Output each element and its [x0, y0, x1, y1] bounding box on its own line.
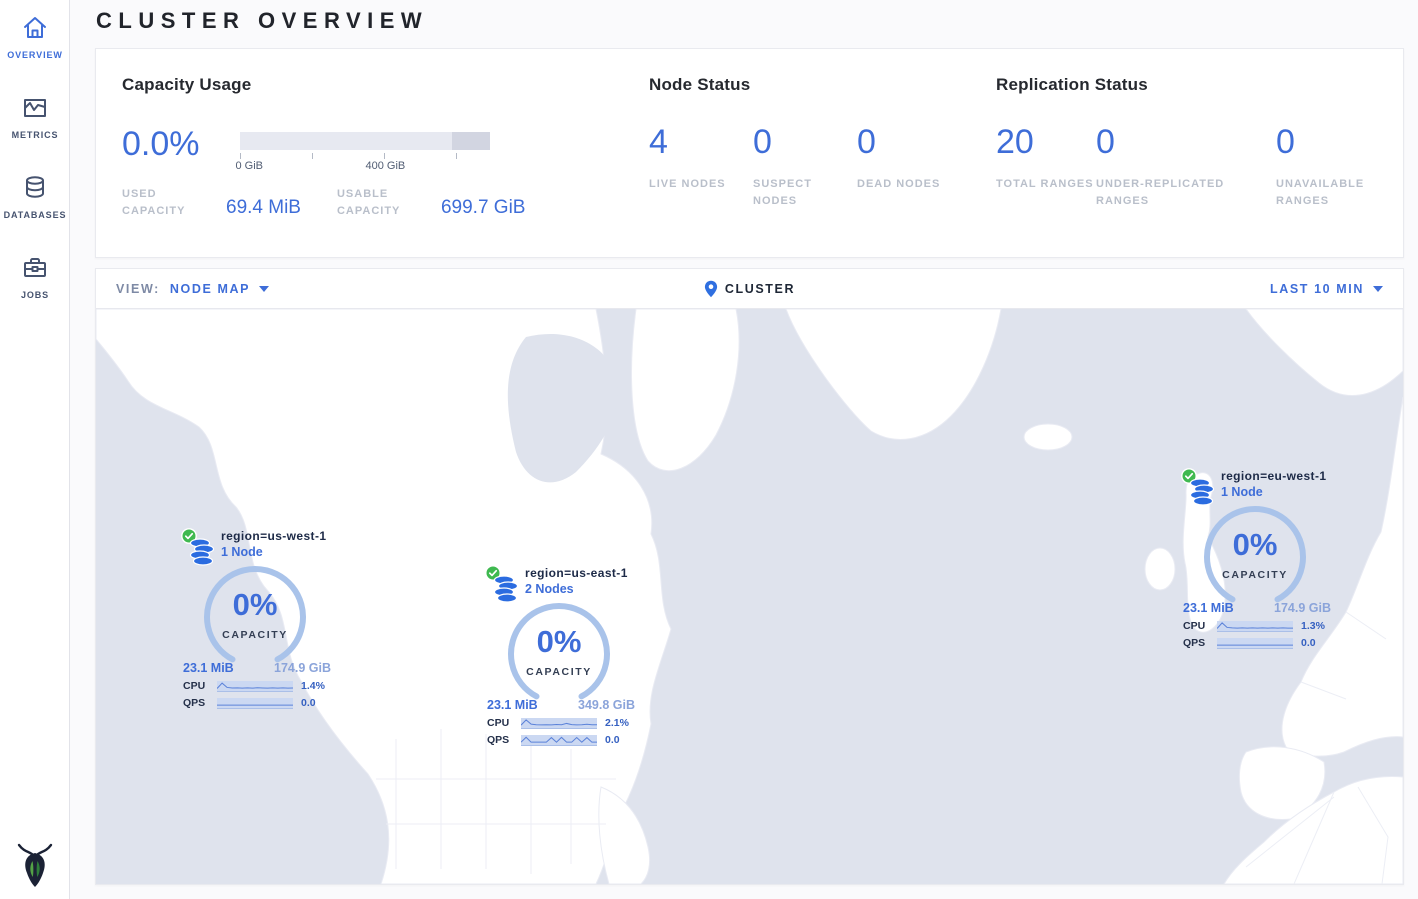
node-status-section: Node Status 4 LIVE NODES 0 SUSPECT NODES…	[649, 75, 996, 257]
capacity-ring: 0% CAPACITY	[1195, 497, 1315, 617]
stat-value: 0	[753, 125, 857, 159]
cpu-label: CPU	[487, 717, 521, 729]
sidebar-item-jobs[interactable]: JOBS	[0, 240, 70, 320]
qps-label: QPS	[487, 734, 521, 746]
sidebar-item-metrics[interactable]: METRICS	[0, 80, 70, 160]
location-pin-icon	[704, 280, 718, 298]
chevron-down-icon	[259, 286, 269, 292]
stat-label: TOTAL RANGES	[996, 176, 1096, 193]
main-content: CLUSTER OVERVIEW Capacity Usage 0.0% 0 G…	[71, 0, 1418, 899]
capacity-bar-reserved-segment	[452, 132, 490, 150]
stat-label: UNAVAILABLE RANGES	[1276, 176, 1416, 210]
metrics-icon	[20, 93, 50, 123]
view-bar: VIEW: NODE MAP CLUSTER LAST 10 MIN	[96, 269, 1403, 309]
time-range-dropdown[interactable]: LAST 10 MIN	[1270, 282, 1383, 296]
qps-value: 0.0	[605, 734, 620, 746]
view-selector-value: NODE MAP	[170, 282, 250, 296]
dead-nodes-stat: 0 DEAD NODES	[857, 125, 961, 210]
sidebar-item-label: JOBS	[21, 290, 49, 300]
qps-label: QPS	[183, 697, 217, 709]
stat-label: USABLE CAPACITY	[337, 186, 431, 220]
time-range-value: LAST 10 MIN	[1270, 282, 1364, 296]
axis-tick-label: 0 GiB	[236, 160, 264, 172]
view-label: VIEW:	[116, 282, 160, 296]
under-replicated-ranges-stat: 0 UNDER-REPLICATED RANGES	[1096, 125, 1276, 210]
qps-value: 0.0	[1301, 637, 1316, 649]
cpu-value: 2.1%	[605, 717, 629, 729]
world-map: region=us-west-1 1 Node 0% CAPACITY 23.1…	[96, 309, 1403, 884]
sidebar: OVERVIEW METRICS DATABASES	[0, 0, 70, 899]
axis-tick-label: 400 GiB	[366, 160, 406, 172]
stat-value: 0	[857, 125, 961, 159]
cpu-label: CPU	[1183, 620, 1217, 632]
region-node-card[interactable]: region=us-west-1 1 Node 0% CAPACITY 23.1…	[181, 529, 333, 709]
section-title: Node Status	[649, 75, 996, 95]
cpu-value: 1.3%	[1301, 620, 1325, 632]
chevron-down-icon	[1373, 286, 1383, 292]
capacity-bar: 0 GiB 400 GiB	[240, 127, 490, 172]
home-icon	[20, 13, 50, 43]
stat-value: 0	[1096, 125, 1276, 159]
cluster-summary-panel: Capacity Usage 0.0% 0 GiB 400 GiB	[95, 48, 1404, 258]
qps-sparkline	[217, 698, 293, 709]
cpu-value: 1.4%	[301, 680, 325, 692]
cpu-sparkline	[521, 718, 597, 729]
capacity-ring: 0% CAPACITY	[499, 594, 619, 714]
stat-value: 0	[1276, 125, 1416, 159]
databases-icon	[20, 173, 50, 203]
sidebar-item-label: OVERVIEW	[7, 50, 63, 60]
cpu-label: CPU	[183, 680, 217, 692]
qps-label: QPS	[1183, 637, 1217, 649]
section-title: Capacity Usage	[122, 75, 649, 95]
capacity-usage-section: Capacity Usage 0.0% 0 GiB 400 GiB	[122, 75, 649, 257]
stat-value: 20	[996, 125, 1096, 159]
region-node-card[interactable]: region=us-east-1 2 Nodes 0% CAPACITY 23.…	[485, 566, 637, 746]
view-selector-dropdown[interactable]: NODE MAP	[170, 282, 269, 296]
capacity-percent: 0%	[1195, 527, 1315, 563]
stat-label: UNDER-REPLICATED RANGES	[1096, 176, 1246, 210]
cpu-sparkline	[217, 681, 293, 692]
cpu-sparkline	[1217, 621, 1293, 632]
node-map-panel: VIEW: NODE MAP CLUSTER LAST 10 MIN	[95, 268, 1404, 885]
axis-tick	[384, 153, 385, 159]
capacity-used-percent: 0.0%	[122, 127, 200, 161]
usable-capacity-value: 699.7 GiB	[441, 197, 526, 219]
live-nodes-stat: 4 LIVE NODES	[649, 125, 753, 210]
region-label: region=us-west-1	[221, 529, 333, 543]
region-label: region=eu-west-1	[1221, 469, 1333, 483]
capacity-label: CAPACITY	[1195, 569, 1315, 581]
sidebar-item-databases[interactable]: DATABASES	[0, 160, 70, 240]
page-title: CLUSTER OVERVIEW	[96, 8, 428, 34]
region-node-card[interactable]: region=eu-west-1 1 Node 0% CAPACITY 23.1…	[1181, 469, 1333, 649]
replication-status-section: Replication Status 20 TOTAL RANGES 0 UND…	[996, 75, 1416, 257]
stat-value: 4	[649, 125, 753, 159]
stat-label: DEAD NODES	[857, 176, 961, 193]
sidebar-item-label: METRICS	[12, 130, 59, 140]
section-title: Replication Status	[996, 75, 1416, 95]
jobs-icon	[20, 253, 50, 283]
qps-sparkline	[521, 735, 597, 746]
used-capacity-value: 69.4 MiB	[226, 197, 301, 219]
sidebar-item-label: DATABASES	[4, 210, 67, 220]
suspect-nodes-stat: 0 SUSPECT NODES	[753, 125, 857, 210]
capacity-percent: 0%	[499, 624, 619, 660]
capacity-label: CAPACITY	[195, 629, 315, 641]
capacity-ring: 0% CAPACITY	[195, 557, 315, 677]
unavailable-ranges-stat: 0 UNAVAILABLE RANGES	[1276, 125, 1416, 210]
total-ranges-stat: 20 TOTAL RANGES	[996, 125, 1096, 210]
capacity-label: CAPACITY	[499, 666, 619, 678]
region-label: region=us-east-1	[525, 566, 637, 580]
breadcrumb[interactable]: CLUSTER	[725, 282, 795, 296]
stat-label: LIVE NODES	[649, 176, 753, 193]
stat-label: USED CAPACITY	[122, 186, 216, 220]
qps-sparkline	[1217, 638, 1293, 649]
axis-tick	[240, 153, 241, 159]
cockroachdb-logo	[13, 841, 57, 891]
stat-label: SUSPECT NODES	[753, 176, 857, 210]
axis-tick	[312, 153, 313, 159]
qps-value: 0.0	[301, 697, 316, 709]
sidebar-item-overview[interactable]: OVERVIEW	[0, 0, 70, 80]
axis-tick	[456, 153, 457, 159]
capacity-percent: 0%	[195, 587, 315, 623]
